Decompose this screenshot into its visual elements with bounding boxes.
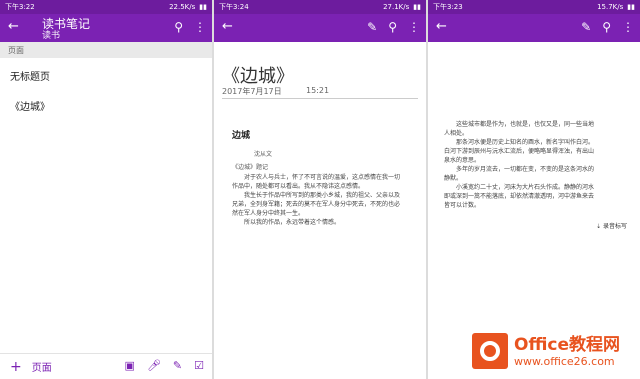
paragraph: 对于农人与兵士，怀了不可言说的温爱，这点感情在我一切作品中，随处都可以看出。我从…	[232, 174, 401, 190]
add-page-label[interactable]: 页面	[32, 359, 52, 374]
book-title: 边城	[232, 131, 251, 141]
note-time: 15:21	[306, 86, 330, 95]
microphone-icon[interactable]: 🎤︎	[147, 359, 161, 372]
paragraph: 这些城市都是作为，也就是，也仅又是，同一些当地人相处。	[444, 121, 595, 137]
status-bar: 下午3:22 22.5K/s ▮▮	[0, 0, 212, 14]
search-icon[interactable]: ⚲	[388, 20, 397, 34]
paragraph: 所以我的作品，永远带着这个情感。	[244, 219, 341, 226]
office-logo-icon	[472, 333, 508, 369]
signal-icon: ▮▮	[199, 3, 207, 11]
checkbox-icon[interactable]: ☑	[194, 359, 204, 372]
pen-icon[interactable]: ✎	[173, 359, 182, 372]
pen-icon[interactable]: ✎	[367, 20, 377, 34]
paragraph: 小溪宽约二十丈，河床为大片石头作成。静静的河水即或深到一篙不能落底，却依然清澈透…	[444, 184, 595, 209]
back-arrow-icon[interactable]: ←	[436, 20, 447, 34]
note-body[interactable]: 这些城市都是作为，也就是，也仅又是，同一些当地人相处。 那条河水便是历史上知名的…	[444, 120, 594, 210]
bottom-toolbar: + 页面 ▣ 🎤︎ ✎ ☑	[0, 353, 212, 379]
status-bar: 下午3:23 15.7K/s ▮▮	[428, 0, 640, 14]
book-subheading: 《边城》题记	[232, 164, 269, 171]
note-title[interactable]: 《边城》	[222, 62, 294, 88]
more-options-icon[interactable]: ⋮	[622, 20, 634, 34]
app-bar: ← ✎ ⚲ ⋮	[428, 14, 640, 42]
status-speed: 15.7K/s	[597, 3, 624, 11]
back-arrow-icon[interactable]: ←	[8, 20, 19, 34]
note-continued-panel: 下午3:23 15.7K/s ▮▮ ← ✎ ⚲ ⋮ 这些城市都是作为，也就是，也仅…	[428, 0, 640, 379]
status-speed: 27.1K/s	[383, 3, 410, 11]
app-bar: ← 读书笔记 读书 ⚲ ⋮	[0, 14, 212, 42]
recording-icon: ⇣	[596, 223, 603, 230]
watermark-name: Office教程网	[514, 334, 621, 355]
notebook-panel: 下午3:22 22.5K/s ▮▮ ← 读书笔记 读书 ⚲ ⋮ 页面 无标题页 《…	[0, 0, 212, 379]
paragraph: 我生长于作品中所写到的那类小乡城，我的祖父、父亲以及兄弟，全列身军籍；死去的莫不…	[232, 192, 401, 217]
signal-icon: ▮▮	[413, 3, 421, 11]
more-options-icon[interactable]: ⋮	[408, 20, 420, 34]
camera-icon[interactable]: ▣	[125, 359, 135, 372]
pages-header: 页面	[0, 42, 212, 58]
search-icon[interactable]: ⚲	[174, 20, 183, 34]
divider	[222, 98, 418, 99]
more-options-icon[interactable]: ⋮	[194, 20, 206, 34]
add-page-icon[interactable]: +	[10, 359, 22, 375]
note-body[interactable]: 边城 沈从文 《边城》题记 对于农人与兵士，怀了不可言说的温爱，这点感情在我一切…	[232, 128, 402, 227]
pen-icon[interactable]: ✎	[581, 20, 591, 34]
watermark: Office教程网 www.office26.com	[472, 327, 638, 375]
signal-icon: ▮▮	[627, 3, 635, 11]
notebook-title: 读书笔记	[42, 17, 91, 31]
search-icon[interactable]: ⚲	[602, 20, 611, 34]
page-item-untitled[interactable]: 无标题页	[0, 58, 212, 88]
section-name: 读书	[42, 31, 61, 41]
note-view-panel: 下午3:24 27.1K/s ▮▮ ← ✎ ⚲ ⋮ 《边城》 2017年7月17日…	[214, 0, 426, 379]
side-annotation-label: 录音标写	[602, 223, 627, 230]
status-time: 下午3:24	[219, 3, 249, 11]
paragraph: 多年的岁月流去，一切都在变，不变的是这条河水的静默。	[444, 166, 595, 182]
paragraph: 那条河水便是历史上知名的酉水，新名字叫作白河。白河下游到辰州与沅水汇流后，便略略…	[444, 139, 595, 164]
note-date: 2017年7月17日	[222, 87, 282, 96]
app-bar: ← ✎ ⚲ ⋮	[214, 14, 426, 42]
book-author: 沈从文	[254, 151, 273, 158]
page-item-biancheng[interactable]: 《边城》	[0, 88, 212, 118]
watermark-url: www.office26.com	[514, 354, 615, 368]
status-time: 下午3:22	[5, 3, 35, 11]
side-annotation: ⇣ 录音标写	[596, 221, 627, 230]
back-arrow-icon[interactable]: ←	[222, 20, 233, 34]
status-speed: 22.5K/s	[169, 3, 196, 11]
status-bar: 下午3:24 27.1K/s ▮▮	[214, 0, 426, 14]
status-time: 下午3:23	[433, 3, 463, 11]
